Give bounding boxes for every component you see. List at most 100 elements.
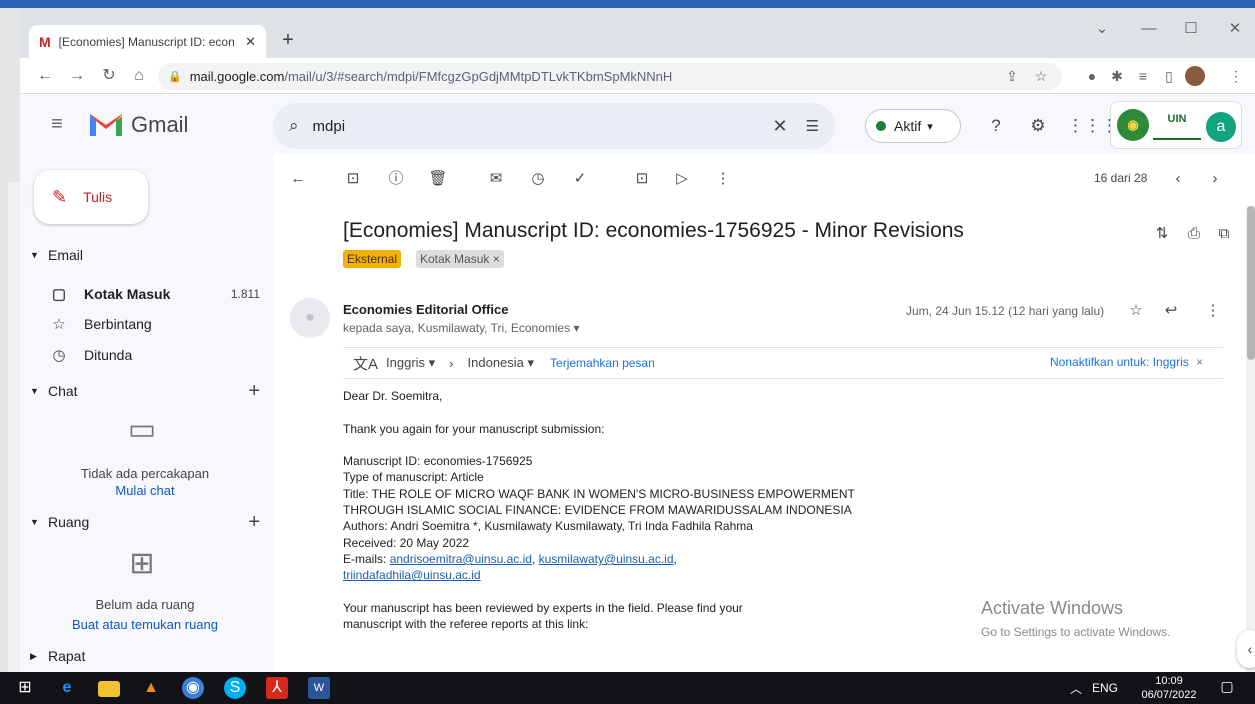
compose-button[interactable]: ✎ Tulis — [34, 170, 148, 224]
file-explorer-icon[interactable] — [98, 681, 120, 697]
email-link[interactable]: triindafadhila@uinsu.ac.id — [343, 568, 481, 582]
new-tab-button[interactable]: + — [276, 26, 300, 54]
close-icon[interactable]: × — [1196, 355, 1203, 369]
email-body: Dear Dr. Soemitra, Thank you again for y… — [343, 388, 1213, 632]
sidebar-item-inbox[interactable]: ▢ Kotak Masuk 1.811 — [50, 281, 260, 307]
address-bar[interactable]: 🔒 mail.google.com /mail/u/3/#search/mdpi… — [158, 63, 1062, 90]
chrome-icon[interactable]: ◉ — [182, 677, 204, 699]
move-to-icon[interactable]: ⊡ — [630, 166, 654, 192]
start-chat-link[interactable]: Mulai chat — [45, 483, 245, 498]
email-section-header[interactable]: ▼ Email — [30, 244, 260, 266]
maximize-button[interactable]: ☐ — [1174, 16, 1208, 42]
sidebar-item-label: Ditunda — [84, 347, 133, 363]
sidebar-item-snoozed[interactable]: ◷ Ditunda — [50, 342, 260, 368]
star-icon[interactable]: ☆ — [1125, 300, 1147, 322]
email-link[interactable]: kusmilawaty@uinsu.ac.id — [539, 552, 674, 566]
main-menu-icon[interactable]: ≡ — [45, 110, 69, 138]
settings-gear-icon[interactable]: ⚙ — [1025, 112, 1051, 140]
home-icon[interactable]: ⌂ — [128, 64, 150, 88]
email-subject: [Economies] Manuscript ID: economies-175… — [343, 219, 964, 242]
apps-grid-icon[interactable]: ⋮⋮⋮ — [1067, 112, 1118, 140]
add-task-icon[interactable]: ✓ — [568, 166, 592, 192]
tab-close-icon[interactable]: ✕ — [245, 34, 256, 50]
browser-menu-icon[interactable]: ⋮ — [1224, 64, 1248, 88]
forward-arrow-icon[interactable]: → — [66, 64, 88, 88]
expand-all-icon[interactable]: ⇅ — [1150, 221, 1174, 247]
help-icon[interactable]: ? — [983, 112, 1009, 140]
caret-right-icon: ▶ — [30, 650, 37, 661]
email-section-label: Email — [48, 247, 84, 263]
reload-icon[interactable]: ↻ — [98, 64, 120, 88]
label-external[interactable]: Eksternal — [343, 250, 402, 268]
print-icon[interactable]: ⎙ — [1182, 221, 1206, 247]
emails-label: E-mails: — [343, 551, 387, 566]
new-room-plus-icon[interactable]: + — [248, 511, 260, 534]
report-spam-icon[interactable]: ⓘ — [384, 166, 408, 192]
meet-section-header[interactable]: ▶ Rapat — [30, 645, 260, 667]
extensions-puzzle-icon[interactable]: ✱ — [1105, 64, 1129, 88]
back-arrow-icon[interactable]: ← — [34, 64, 56, 88]
share-icon[interactable]: ⇪ — [1000, 64, 1024, 88]
rooms-section-header[interactable]: ▼ Ruang + — [30, 511, 260, 533]
manuscript-id: Manuscript ID: economies-1756925 — [343, 454, 533, 469]
tray-chevron-up-icon[interactable]: ︿ — [1070, 680, 1082, 697]
inbox-icon: ▢ — [51, 286, 67, 303]
word-icon[interactable]: W — [308, 677, 330, 699]
older-chevron-right-icon[interactable]: › — [1203, 166, 1227, 192]
mark-unread-icon[interactable]: ✉ — [484, 166, 508, 192]
gmail-logo-icon[interactable] — [87, 108, 125, 138]
source-language-select[interactable]: Inggris ▾ — [386, 355, 435, 371]
scrollbar-thumb[interactable] — [1247, 206, 1255, 360]
close-window-button[interactable]: ✕ — [1218, 16, 1252, 42]
email-link[interactable]: andrisoemitra@uinsu.ac.id — [390, 552, 532, 566]
new-chat-plus-icon[interactable]: + — [248, 380, 260, 403]
side-panel-toggle-icon[interactable]: ‹ — [1237, 630, 1255, 668]
back-to-list-icon[interactable]: ← — [286, 166, 310, 192]
profile-avatar[interactable] — [1185, 66, 1205, 86]
rooms-section-label: Ruang — [48, 514, 90, 530]
search-input[interactable]: mdpi — [313, 118, 773, 135]
minimize-button[interactable]: — — [1132, 16, 1166, 42]
snooze-icon[interactable]: ◷ — [526, 166, 550, 192]
bookmark-star-icon[interactable]: ☆ — [1029, 64, 1053, 88]
sender-name[interactable]: Economies Editorial Office — [343, 302, 508, 317]
open-new-window-icon[interactable]: ⧉ — [1212, 221, 1236, 247]
windows-taskbar: ⊞ e ▲ ◉ S ⅄ W — [0, 672, 1255, 704]
disable-translate-link[interactable]: Nonaktifkan untuk: Inggris × — [1050, 355, 1203, 369]
acrobat-icon[interactable]: ⅄ — [266, 677, 288, 699]
browser-tab[interactable]: M [Economies] Manuscript ID: econ ✕ — [29, 25, 266, 58]
search-icon[interactable]: ⌕ — [289, 116, 299, 136]
target-language-select[interactable]: Indonesia ▾ — [468, 355, 535, 371]
reply-icon[interactable]: ↩ — [1160, 300, 1182, 322]
search-options-icon[interactable]: ☰ — [806, 117, 819, 135]
newer-chevron-left-icon[interactable]: ‹ — [1166, 166, 1190, 192]
status-dropdown[interactable]: Aktif ▾ — [865, 109, 961, 143]
edge-browser-icon[interactable]: e — [56, 677, 78, 699]
chat-section-header[interactable]: ▼ Chat + — [30, 380, 260, 402]
taskbar-clock[interactable]: 10:09 06/07/2022 — [1133, 674, 1205, 702]
delete-icon[interactable]: 🗑 — [426, 166, 450, 192]
search-bar[interactable]: ⌕ mdpi ✕ ☰ — [273, 103, 835, 149]
sidebar-item-label: Berbintang — [84, 316, 152, 332]
archive-icon[interactable]: ⊡ — [341, 166, 365, 192]
clear-search-icon[interactable]: ✕ — [772, 116, 787, 137]
find-room-link[interactable]: Buat atau temukan ruang — [45, 617, 245, 632]
sidebar-item-starred[interactable]: ☆ Berbintang — [50, 311, 260, 337]
language-indicator[interactable]: ENG — [1092, 681, 1118, 695]
windows-start-icon[interactable]: ⊞ — [14, 677, 36, 699]
notification-icon[interactable]: ▢ — [1217, 678, 1237, 698]
side-panel-icon[interactable]: ▯ — [1157, 64, 1181, 88]
label-icon[interactable]: ▷ — [670, 166, 694, 192]
translate-message-link[interactable]: Terjemahkan pesan — [550, 356, 655, 370]
extension-icon[interactable]: ● — [1080, 64, 1104, 88]
caret-down-icon: ▼ — [30, 250, 39, 260]
vlc-icon[interactable]: ▲ — [140, 677, 162, 699]
more-options-icon[interactable]: ⋮ — [1202, 300, 1224, 322]
skype-icon[interactable]: S — [224, 677, 246, 699]
more-actions-icon[interactable]: ⋮ — [711, 166, 735, 192]
recipients-line[interactable]: kepada saya, Kusmilawaty, Tri, Economies… — [343, 321, 580, 335]
tab-search-icon[interactable]: ⌄ — [1085, 16, 1119, 42]
reading-list-icon[interactable]: ≡ — [1131, 64, 1155, 88]
label-inbox[interactable]: Kotak Masuk × — [416, 250, 504, 268]
account-avatar[interactable]: a — [1206, 112, 1236, 142]
